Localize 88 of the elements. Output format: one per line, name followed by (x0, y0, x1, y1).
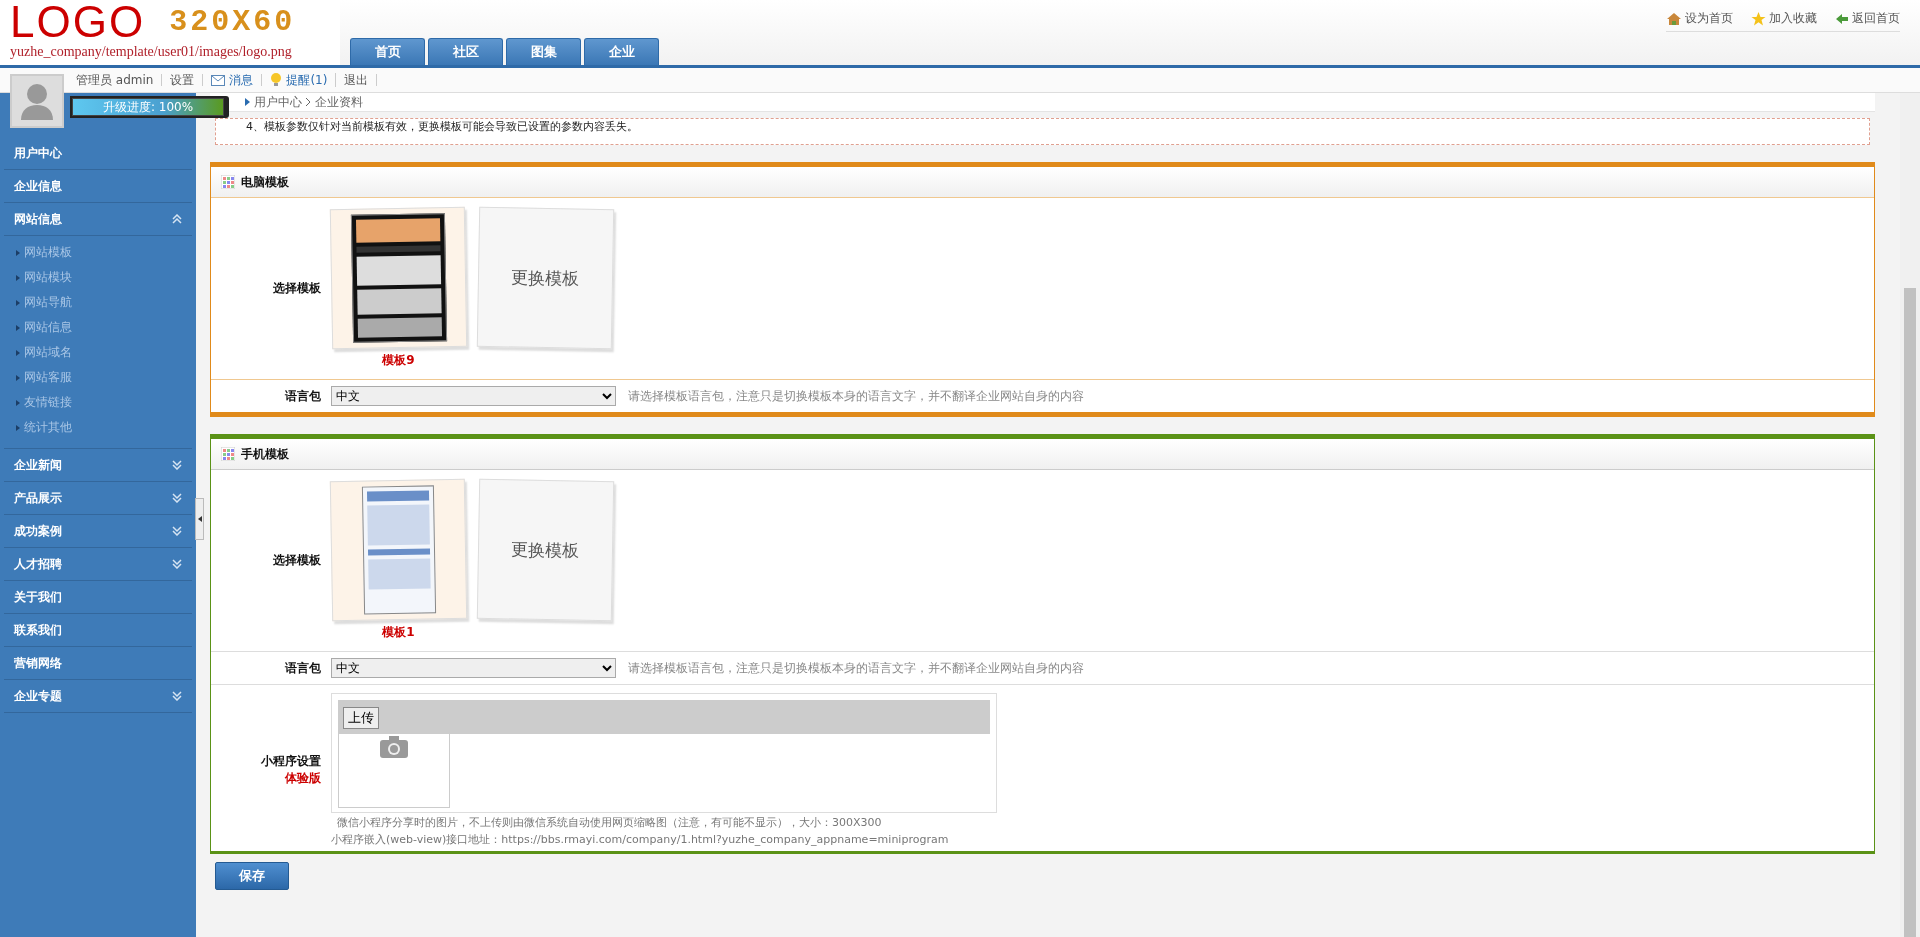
breadcrumb-link[interactable]: 企业资料 (315, 93, 363, 111)
chevron-right-icon (306, 98, 311, 106)
template-name: 模板1 (382, 624, 415, 641)
language-select[interactable]: 中文 (331, 386, 616, 406)
bullet-arrow-icon (16, 374, 20, 381)
camera-icon (379, 735, 409, 759)
sidebar-item[interactable]: 企业专题 (4, 680, 192, 713)
top-link[interactable]: 加入收藏 (1751, 10, 1817, 27)
sidebar-item[interactable]: 关于我们 (4, 581, 192, 614)
api-address-text: 小程序嵌入(web-view)接口地址：https://bbs.rmayi.com/company/1.html?yuzhe_company_appname=miniprogram (331, 832, 950, 847)
change-template-label: 更换模板 (511, 265, 580, 291)
lightbulb-icon (270, 73, 283, 87)
sidebar-item[interactable]: 企业新闻 (4, 449, 192, 482)
panel-title: 手机模板 (241, 445, 289, 463)
nav-tab[interactable]: 首页 (350, 38, 425, 65)
double-chevron-down-icon (172, 493, 182, 503)
bullet-arrow-icon (16, 324, 20, 331)
double-chevron-up-icon (172, 214, 182, 224)
collapse-handle[interactable] (195, 498, 204, 540)
panel-title: 电脑模板 (241, 173, 289, 191)
bullet-arrow-icon (16, 249, 20, 256)
hint-text: 微信小程序分享时的图片，不上传则由微信系统自动使用网页缩略图（注意，有可能不显示），大小：300X300 (336, 815, 883, 830)
sidebar-subitem[interactable]: 统计其他 (4, 415, 192, 440)
logo-title: LOGO (10, 0, 146, 44)
bullet-arrow-icon (16, 349, 20, 356)
logo-path: yuzhe_company/template/user01/images/logo.png (10, 44, 293, 60)
sidebar-subitem[interactable]: 网站客服 (4, 365, 192, 390)
double-chevron-down-icon (172, 559, 182, 569)
bullet-arrow-icon (16, 299, 20, 306)
top-link[interactable]: 设为首页 (1666, 10, 1733, 27)
field-label: 语言包 (284, 387, 321, 405)
logo-size: 320X60 (169, 5, 296, 39)
top-link[interactable]: 返回首页 (1835, 10, 1900, 27)
sidebar-item[interactable]: 营销网络 (4, 647, 192, 680)
double-chevron-down-icon (172, 691, 182, 701)
save-button[interactable]: 保存 (215, 862, 289, 890)
sidebar-item[interactable]: 企业信息 (4, 170, 192, 203)
avatar-silhouette-icon (20, 82, 54, 120)
user-bar-link[interactable]: 退出 (336, 74, 378, 86)
notice-line: 4、模板参数仅针对当前模板有效，更换模板可能会导致已设置的参数内容丢失。 (246, 119, 639, 134)
field-label: 语言包 (284, 659, 321, 677)
nav-tab[interactable]: 图集 (506, 38, 581, 65)
sidebar-item[interactable]: 产品展示 (4, 482, 192, 515)
caret-right-icon (245, 98, 250, 106)
progress-label: 升级进度: 100% (101, 99, 195, 115)
sidebar-item[interactable]: 人才招聘 (4, 548, 192, 581)
upload-button[interactable]: 上传 (343, 707, 379, 729)
double-chevron-down-icon (172, 526, 182, 536)
grid-icon (221, 447, 235, 461)
sidebar-item[interactable]: 用户中心 (4, 137, 192, 170)
nav-tab[interactable]: 社区 (428, 38, 503, 65)
nav-tab[interactable]: 企业 (584, 38, 659, 65)
sidebar-subitem[interactable]: 网站域名 (4, 340, 192, 365)
star-icon (1751, 11, 1766, 26)
sidebar-item[interactable]: 成功案例 (4, 515, 192, 548)
sidebar-item[interactable]: 网站信息 (4, 203, 192, 236)
bullet-arrow-icon (16, 424, 20, 431)
change-template-card[interactable]: 更换模板 (476, 478, 615, 622)
template-card[interactable] (329, 206, 468, 350)
field-label: 选择模板 (272, 552, 321, 569)
double-chevron-down-icon (172, 460, 182, 470)
breadcrumb-link[interactable]: 用户中心 (254, 93, 302, 111)
sidebar-subitem[interactable]: 网站导航 (4, 290, 192, 315)
language-select[interactable]: 中文 (331, 658, 616, 678)
sidebar-subitem[interactable]: 网站模板 (4, 240, 192, 265)
sidebar-subitem[interactable]: 网站模块 (4, 265, 192, 290)
sidebar-subitem[interactable]: 友情链接 (4, 390, 192, 415)
bullet-arrow-icon (16, 274, 20, 281)
sidebar-item[interactable]: 联系我们 (4, 614, 192, 647)
bullet-arrow-icon (16, 399, 20, 406)
field-label: 选择模板 (272, 280, 321, 297)
hint-text: 请选择模板语言包，注意只是切换模板本身的语言文字，并不翻译企业网站自身的内容 (628, 659, 1084, 677)
hint-text: 请选择模板语言包，注意只是切换模板本身的语言文字，并不翻译企业网站自身的内容 (628, 387, 1084, 405)
user-bar-link[interactable]: 设置 (162, 74, 204, 86)
edition-label: 体验版 (285, 770, 321, 787)
scrollbar-thumb[interactable] (1904, 288, 1916, 937)
grid-icon (221, 175, 235, 189)
house-icon (1666, 11, 1682, 26)
user-bar-link[interactable]: 管理员 admin (68, 74, 163, 86)
change-template-label: 更换模板 (511, 537, 580, 563)
user-bar-link[interactable]: 消息 (203, 74, 263, 86)
envelope-icon (211, 74, 226, 86)
sidebar-subitem[interactable]: 网站信息 (4, 315, 192, 340)
template-name: 模板9 (382, 352, 415, 369)
arrow-left-icon (1835, 12, 1849, 25)
change-template-card[interactable]: 更换模板 (476, 206, 615, 350)
user-bar-link[interactable]: 提醒(1) (262, 73, 337, 87)
field-label: 小程序设置 (261, 753, 321, 770)
